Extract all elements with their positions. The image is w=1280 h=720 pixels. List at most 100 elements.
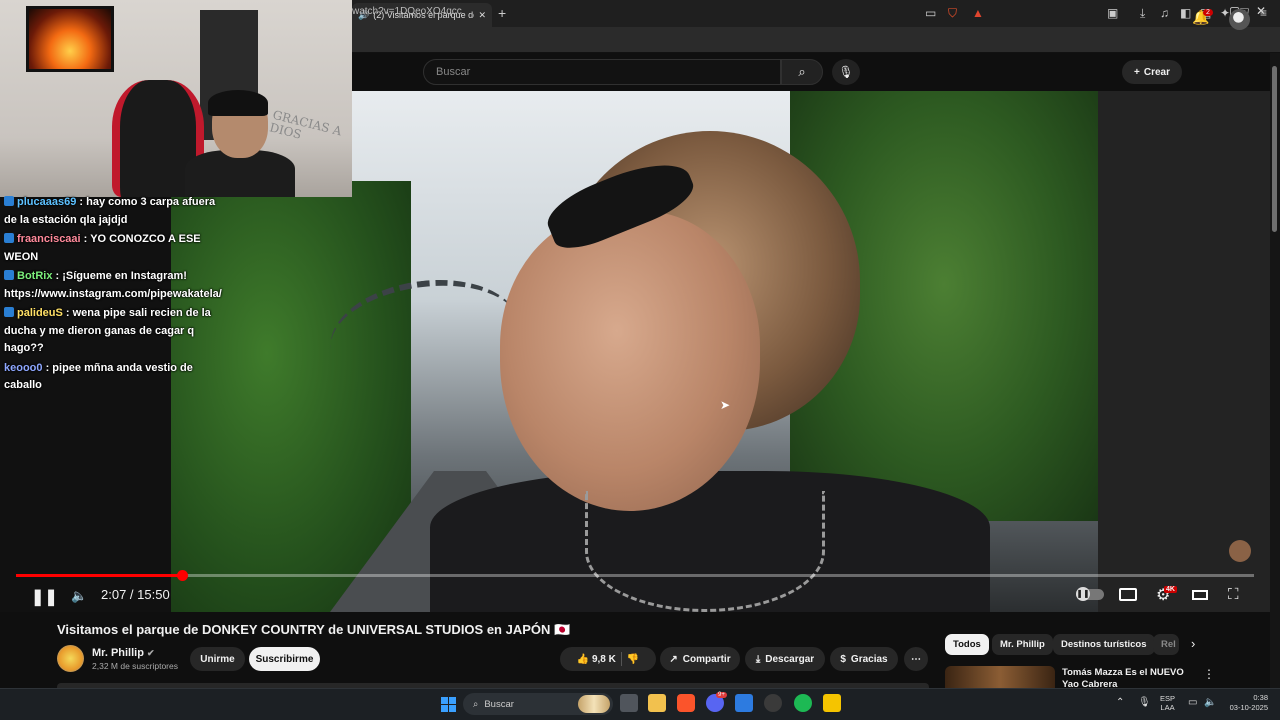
download-arrow-icon: ⤓ bbox=[755, 653, 761, 665]
search-icon: ⌕ bbox=[473, 698, 479, 710]
recommended-thumbnail[interactable] bbox=[945, 666, 1055, 688]
system-clock[interactable]: 0:38 03-10-2025 bbox=[1226, 693, 1268, 713]
thanks-label: Gracias bbox=[850, 653, 888, 665]
download-button[interactable]: ⤓ Descargar bbox=[745, 647, 825, 671]
chat-badge-icon bbox=[4, 233, 14, 243]
video-title: Visitamos el parque de DONKEY COUNTRY de… bbox=[57, 622, 571, 637]
voice-search-button[interactable]: 🎙 bbox=[832, 59, 860, 85]
share-icon: ↗ bbox=[669, 653, 678, 665]
chat-message: keooo0 : pipee mñna anda vestio de cabal… bbox=[4, 360, 224, 395]
chat-username: keooo0 bbox=[4, 361, 43, 374]
scrollbar-thumb[interactable] bbox=[1272, 66, 1277, 232]
windows-taskbar bbox=[0, 688, 1280, 720]
notes-app-icon[interactable] bbox=[735, 694, 753, 712]
clock-time: 0:38 bbox=[1253, 693, 1268, 702]
download-icon[interactable]: ⤓ bbox=[1140, 6, 1145, 21]
chat-username: plucaaas69 bbox=[17, 196, 77, 208]
cast-icon[interactable]: ▭ bbox=[925, 6, 936, 20]
chat-badge-icon bbox=[4, 196, 14, 206]
chat-username: palideuS bbox=[17, 307, 63, 319]
chat-message: BotRix : ¡Sígueme en Instagram! https://… bbox=[4, 268, 224, 303]
like-divider bbox=[620, 652, 622, 666]
share-button[interactable]: ↗ Compartir bbox=[660, 647, 740, 671]
brave-rewards-icon[interactable]: ▲ bbox=[972, 6, 984, 20]
lang-line-2: LAA bbox=[1160, 703, 1175, 712]
chat-message: plucaaas69 : hay como 3 carpa afuera de … bbox=[4, 194, 224, 229]
chip-all[interactable]: Todos bbox=[945, 634, 989, 655]
video-right-pillarbox bbox=[1098, 91, 1270, 612]
new-tab-button[interactable]: + bbox=[498, 5, 506, 21]
pause-button[interactable]: ❚❚ bbox=[31, 587, 58, 607]
tray-chevron-up-icon[interactable]: ⌃ bbox=[1116, 697, 1124, 708]
obs-icon[interactable] bbox=[764, 694, 782, 712]
pause-icon: ❚❚ bbox=[31, 589, 58, 606]
windows-start-icon[interactable] bbox=[441, 697, 456, 712]
search-input[interactable]: Buscar bbox=[423, 59, 781, 85]
chip-travel[interactable]: Destinos turísticos bbox=[1053, 634, 1155, 655]
task-view-icon[interactable] bbox=[620, 694, 638, 712]
input-language-indicator[interactable]: ESP LAA bbox=[1160, 694, 1175, 712]
thumbs-down-icon[interactable]: 👎 bbox=[627, 654, 639, 665]
chevron-right-icon[interactable]: › bbox=[1191, 636, 1195, 651]
menu-icon[interactable]: ≡ bbox=[1260, 6, 1267, 20]
thanks-button[interactable]: $ Gracias bbox=[830, 647, 898, 671]
stream-chat-overlay: plucaaas69 : hay como 3 carpa afuera de … bbox=[4, 194, 224, 397]
sidebar-icon[interactable]: ▣ bbox=[1107, 6, 1118, 20]
webcam-wall-text: GRACIAS A DIOS bbox=[268, 107, 344, 142]
channel-name-text: Mr. Phillip bbox=[92, 647, 144, 659]
chat-username: fraanciscaai bbox=[17, 233, 81, 245]
volume-button[interactable]: 🔈 bbox=[71, 588, 87, 604]
search-highlight-icon bbox=[578, 695, 610, 713]
speaker-tray-icon[interactable]: 🔈 bbox=[1204, 697, 1216, 708]
channel-avatar[interactable] bbox=[57, 645, 84, 672]
microphone-icon: 🎙 bbox=[838, 65, 854, 79]
discord-badge: 9+ bbox=[716, 692, 727, 698]
channel-name[interactable]: Mr. Phillip ✔ bbox=[92, 647, 155, 659]
autoplay-pause-icon: ❚❚ bbox=[1076, 587, 1090, 601]
search-button[interactable]: ⌕ bbox=[781, 59, 823, 85]
like-button[interactable]: 👍 9,8 K bbox=[577, 654, 616, 665]
subscriber-count: 2,32 M de suscriptores bbox=[92, 661, 178, 671]
spotify-icon[interactable] bbox=[794, 694, 812, 712]
lang-line-1: ESP bbox=[1160, 694, 1176, 703]
chat-message: fraanciscaai : YO CONOZCO A ESE WEON bbox=[4, 231, 224, 266]
brave-shield-icon[interactable]: ⛉ bbox=[948, 6, 957, 21]
notifications-badge: 2 bbox=[1203, 9, 1213, 16]
create-button[interactable]: + Crear bbox=[1122, 60, 1182, 84]
rockstar-launcher-icon[interactable] bbox=[823, 694, 841, 712]
video-person-chain bbox=[585, 491, 825, 612]
more-actions-icon[interactable]: ⋯ bbox=[904, 647, 928, 671]
chat-username: BotRix bbox=[17, 270, 53, 282]
recommended-title[interactable]: Tomás Mazza Es el NUEVO Yao Cabrera bbox=[1062, 667, 1202, 688]
subscribe-button[interactable]: Suscribirme bbox=[249, 647, 320, 671]
media-icon[interactable]: ♫ bbox=[1160, 6, 1169, 20]
recommended-menu-icon[interactable]: ⋮ bbox=[1203, 667, 1215, 681]
mouse-cursor-icon: ➤ bbox=[720, 398, 731, 412]
chip-related[interactable]: Rel bbox=[1153, 634, 1179, 655]
like-dislike-group: 👍 9,8 K 👎 bbox=[560, 647, 656, 671]
chip-channel[interactable]: Mr. Phillip bbox=[992, 634, 1053, 655]
create-label: Crear bbox=[1143, 66, 1170, 78]
url-text[interactable]: watch?v=1DQeoXO4qcc bbox=[352, 6, 462, 17]
like-count: 9,8 K bbox=[591, 653, 616, 665]
time-display: 2:07 / 15:50 bbox=[101, 587, 170, 602]
network-icon[interactable]: ▭ bbox=[1188, 697, 1197, 708]
volume-icon: 🔈 bbox=[71, 588, 88, 603]
subtitles-button[interactable] bbox=[1119, 588, 1137, 601]
tray-microphone-icon[interactable]: 🎙 bbox=[1138, 697, 1151, 708]
fullscreen-icon[interactable]: ⛶ bbox=[1228, 586, 1239, 603]
webcam-streamer-cap bbox=[208, 90, 268, 116]
account-avatar[interactable] bbox=[1229, 9, 1250, 30]
progress-scrubber[interactable] bbox=[177, 570, 188, 581]
join-button[interactable]: Unirme bbox=[190, 647, 245, 671]
progress-bar[interactable] bbox=[16, 574, 1254, 577]
close-tab-icon[interactable]: ✕ bbox=[478, 10, 486, 21]
theater-mode-button[interactable] bbox=[1192, 590, 1208, 600]
brave-browser-icon[interactable] bbox=[677, 694, 695, 712]
channel-watermark-avatar[interactable] bbox=[1229, 540, 1251, 562]
streamer-webcam: GRACIAS A DIOS bbox=[0, 0, 352, 197]
super-thanks-icon: $ bbox=[840, 653, 846, 665]
chat-badge-icon bbox=[4, 270, 14, 280]
panel-icon[interactable]: ◧ bbox=[1180, 6, 1191, 20]
file-explorer-icon[interactable] bbox=[648, 694, 666, 712]
